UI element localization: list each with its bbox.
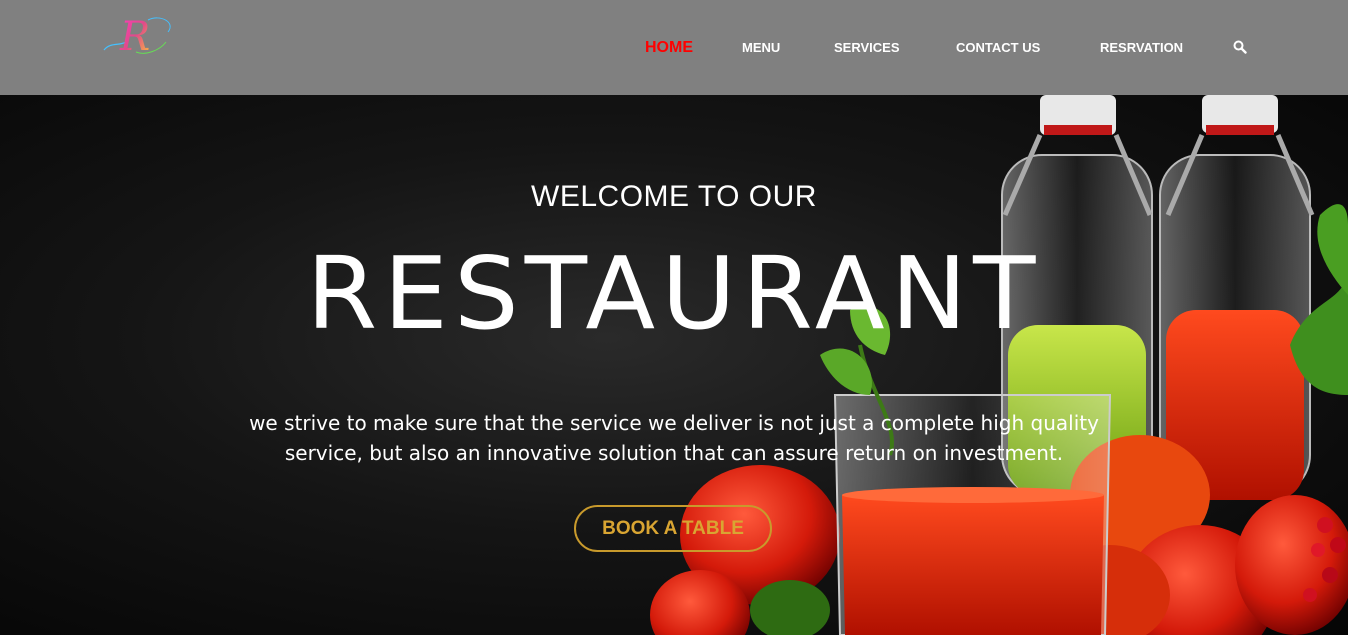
site-header: R HOME MENU SERVICES CONTACT US RESRVATI… [0, 0, 1348, 95]
nav-services[interactable]: SERVICES [834, 40, 900, 55]
nav-contact-us[interactable]: CONTACT US [956, 40, 1040, 55]
hero-welcome-text: WELCOME TO OUR [531, 180, 817, 213]
hero-title: RESTAURANT [306, 235, 1042, 352]
hero-tagline-line-1: we strive to make sure that the service … [249, 411, 1099, 435]
book-a-table-button[interactable]: BOOK A TABLE [574, 505, 772, 552]
hero-food-image [650, 95, 1348, 635]
hero-tagline-line-2: service, but also an innovative solution… [284, 441, 1064, 465]
hero-tagline: we strive to make sure that the service … [230, 408, 1118, 468]
hero-banner: WELCOME TO OUR RESTAURANT we strive to m… [0, 95, 1348, 635]
nav-home[interactable]: HOME [645, 39, 693, 57]
nav-menu[interactable]: MENU [742, 40, 780, 55]
main-nav: HOME MENU SERVICES CONTACT US RESRVATION [0, 0, 1348, 95]
nav-reservation[interactable]: RESRVATION [1100, 40, 1183, 55]
search-icon[interactable] [1233, 40, 1247, 54]
